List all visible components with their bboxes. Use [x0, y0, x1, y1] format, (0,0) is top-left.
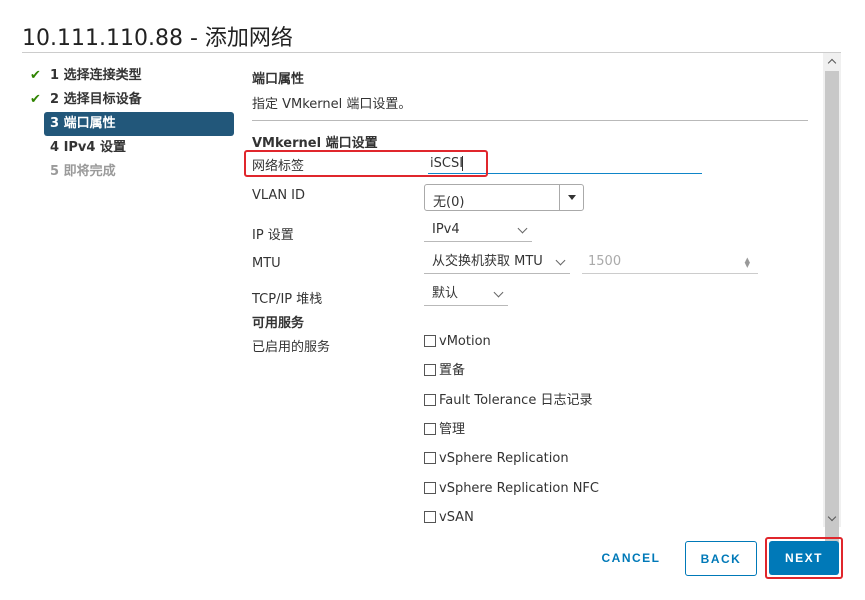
ip-settings-label: IP 设置 — [252, 228, 294, 243]
checkbox-label: vSphere Replication NFC — [439, 481, 599, 496]
checkbox-label: 管理 — [439, 422, 466, 437]
services-title: 可用服务 — [252, 316, 305, 331]
vertical-scrollbar[interactable] — [823, 53, 841, 555]
ip-settings-value: IPv4 — [432, 222, 460, 237]
service-vmotion[interactable]: vMotion — [424, 334, 491, 352]
checkbox[interactable] — [424, 394, 436, 406]
service-vsphere-replication[interactable]: vSphere Replication — [424, 451, 569, 469]
caret-down-icon[interactable] — [559, 185, 583, 210]
checkbox[interactable] — [424, 511, 436, 523]
section-divider — [252, 120, 808, 121]
step-label: 5 即将完成 — [50, 164, 116, 179]
scroll-up-icon[interactable] — [823, 53, 841, 69]
scroll-down-icon[interactable] — [823, 511, 841, 527]
tcpip-stack-select[interactable]: 默认 — [424, 284, 508, 306]
mtu-mode-select[interactable]: 从交换机获取 MTU — [424, 252, 570, 274]
step-label: 3 端口属性 — [50, 116, 116, 131]
checkmark-icon: ✔ — [30, 68, 41, 83]
scrollbar-thumb[interactable] — [825, 71, 839, 555]
step-port-properties[interactable]: 3 端口属性 — [44, 112, 234, 136]
subsection-title: VMkernel 端口设置 — [252, 136, 378, 151]
checkbox[interactable] — [424, 423, 436, 435]
step-ipv4-settings[interactable]: 4 IPv4 设置 — [26, 136, 234, 160]
mtu-mode-value: 从交换机获取 MTU — [432, 254, 543, 269]
service-vsan[interactable]: vSAN — [424, 510, 474, 528]
service-vsphere-replication-nfc[interactable]: vSphere Replication NFC — [424, 481, 599, 499]
highlight-box — [244, 150, 488, 177]
wizard-steps: ✔ 1 选择连接类型 ✔ 2 选择目标设备 3 端口属性 4 IPv4 设置 5… — [26, 64, 234, 184]
mtu-number-input: 1500 ▲ ▼ — [582, 252, 758, 274]
back-button[interactable]: BACK — [685, 541, 757, 576]
checkmark-icon: ✔ — [30, 92, 41, 107]
title-divider — [22, 52, 841, 53]
checkbox[interactable] — [424, 482, 436, 494]
section-description: 指定 VMkernel 端口设置。 — [252, 97, 412, 112]
checkbox-label: vSAN — [439, 510, 474, 525]
checkbox[interactable] — [424, 335, 436, 347]
step-select-target-device[interactable]: ✔ 2 选择目标设备 — [26, 88, 234, 112]
checkbox-label: vSphere Replication — [439, 451, 569, 466]
vlan-id-value: 无(0) — [433, 195, 465, 210]
checkbox[interactable] — [424, 452, 436, 464]
enabled-services-label: 已启用的服务 — [252, 340, 331, 355]
service-management[interactable]: 管理 — [424, 422, 465, 440]
next-button[interactable]: NEXT — [769, 541, 839, 575]
spinner-icon: ▲ ▼ — [744, 256, 750, 269]
ip-settings-select[interactable]: IPv4 — [424, 220, 532, 242]
tcpip-stack-label: TCP/IP 堆栈 — [252, 292, 323, 307]
checkbox-label: vMotion — [439, 334, 491, 349]
service-fault-tolerance[interactable]: Fault Tolerance 日志记录 — [424, 393, 592, 411]
step-label: 2 选择目标设备 — [50, 92, 142, 107]
mtu-label: MTU — [252, 256, 281, 271]
vlan-id-select[interactable]: 无(0) — [424, 184, 584, 211]
cancel-button[interactable]: CANCEL — [596, 543, 666, 573]
content-header: 端口属性 指定 VMkernel 端口设置。 — [252, 68, 808, 121]
checkbox-label: Fault Tolerance 日志记录 — [439, 393, 593, 408]
tcpip-stack-value: 默认 — [432, 286, 459, 301]
chevron-down-icon — [493, 287, 504, 298]
dialog-title: 10.111.110.88 - 添加网络 — [22, 26, 293, 51]
mtu-value: 1500 — [588, 254, 622, 269]
section-title: 端口属性 — [252, 72, 305, 87]
service-provisioning[interactable]: 置备 — [424, 363, 465, 381]
step-label: 1 选择连接类型 — [50, 68, 142, 83]
step-select-connection-type[interactable]: ✔ 1 选择连接类型 — [26, 64, 234, 88]
chevron-down-icon — [555, 255, 566, 266]
checkbox-label: 置备 — [439, 363, 466, 378]
chevron-down-icon — [517, 223, 528, 234]
checkbox[interactable] — [424, 364, 436, 376]
vlan-id-label: VLAN ID — [252, 188, 306, 203]
step-ready-to-complete: 5 即将完成 — [26, 160, 234, 184]
step-label: 4 IPv4 设置 — [50, 140, 126, 155]
